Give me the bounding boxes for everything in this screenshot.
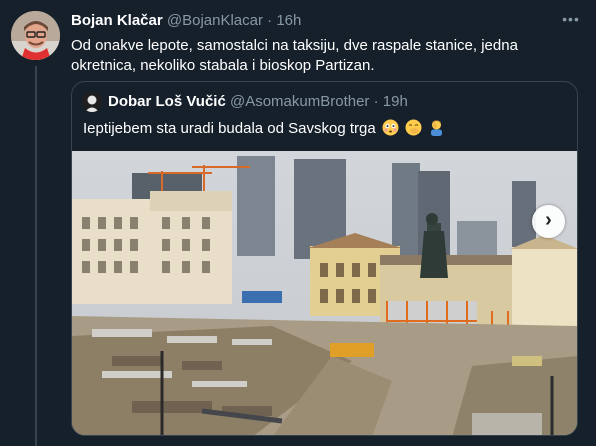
construction-site-photo[interactable] <box>72 151 578 436</box>
author-avatar[interactable] <box>11 11 60 60</box>
author-name[interactable]: Bojan Klačar <box>71 12 163 29</box>
tweet-text: Od onakve lepote, samostalci na taksiju,… <box>71 37 518 74</box>
quoted-separator-dot: · <box>373 93 379 110</box>
quoted-tweet[interactable]: Dobar Loš Vučić @AsomakumBrother · 19h I… <box>71 81 578 436</box>
separator-dot: · <box>267 12 273 29</box>
author-handle[interactable]: @BojanKlacar <box>167 12 263 29</box>
thread-connector-line <box>35 66 37 446</box>
man-facepalming-icon <box>428 119 445 136</box>
more-options-icon[interactable]: ••• <box>560 10 582 30</box>
tweet[interactable]: Bojan Klačar @BojanKlacar · 16h ••• Od o… <box>0 0 596 446</box>
quoted-author-name: Dobar Loš Vučić <box>108 93 226 110</box>
face-with-hand-over-mouth-icon <box>405 119 422 136</box>
quoted-text-line: Ieptijebem sta uradi budala od Savskog t… <box>83 119 445 137</box>
flushed-face-icon <box>382 119 399 136</box>
quoted-author-handle: @AsomakumBrother <box>229 93 370 110</box>
quoted-author-avatar <box>82 92 102 112</box>
quoted-text: Ieptijebem sta uradi budala od Savskog t… <box>83 120 376 137</box>
tweet-timestamp[interactable]: 16h <box>276 12 301 29</box>
next-image-button[interactable]: › <box>532 205 565 238</box>
tweet-header: Bojan Klačar @BojanKlacar · 16h <box>71 12 581 32</box>
quoted-timestamp: 19h <box>382 93 408 110</box>
quoted-header: Dobar Loš Vučić @AsomakumBrother · 19h <box>108 93 408 110</box>
